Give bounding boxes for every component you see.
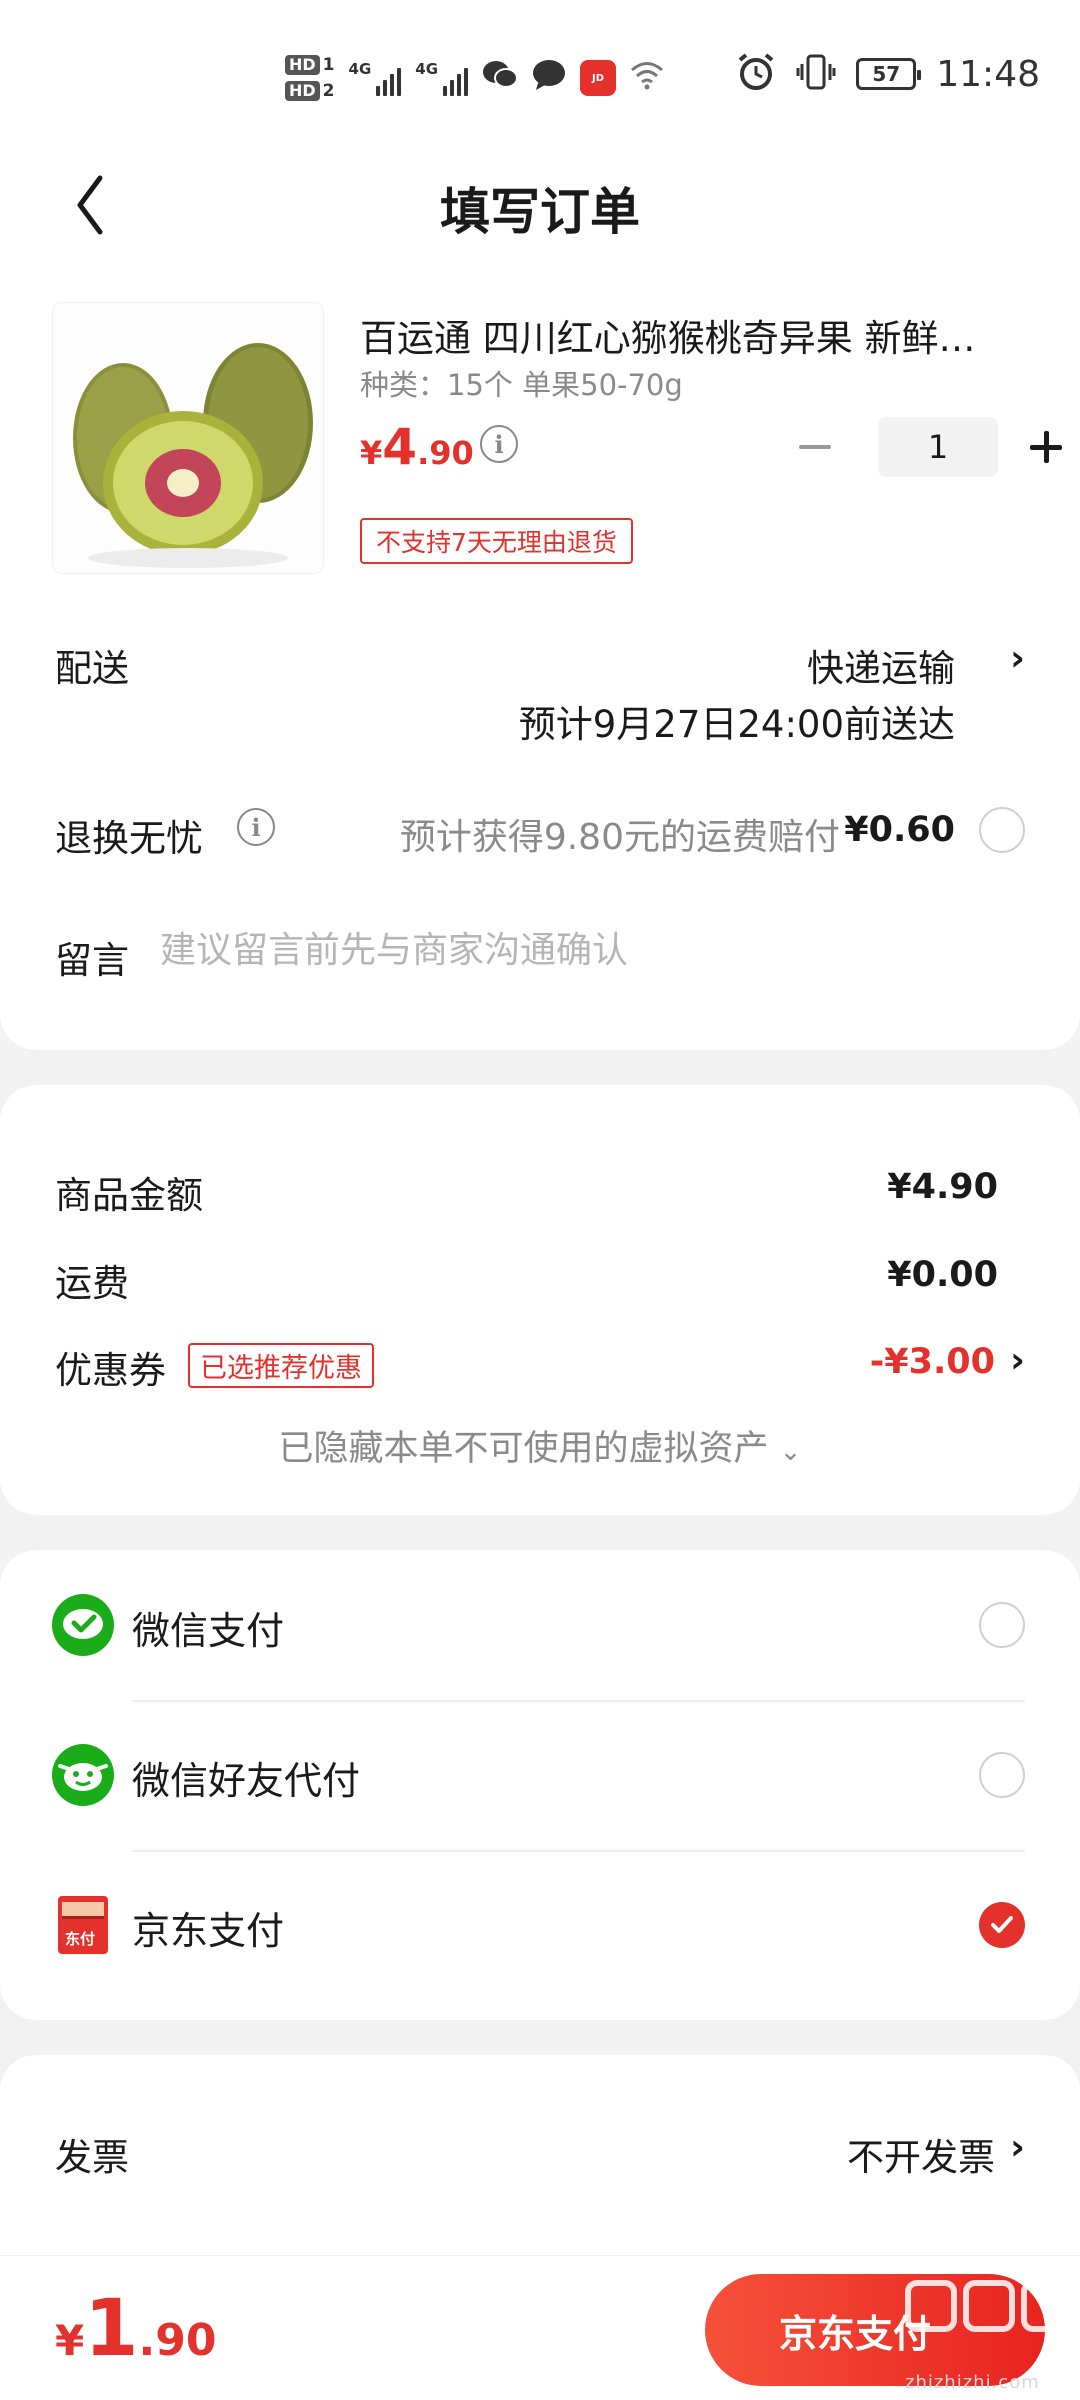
shipping-value: ¥0.00 xyxy=(887,1255,998,1295)
status-bar: HD 1 HD 2 4G 4G JD 57 11:48 xyxy=(0,0,1080,150)
invoice-card[interactable]: 发票 不开发票 › xyxy=(0,2055,1080,2265)
coupon-label: 优惠券 xyxy=(55,1349,166,1392)
shipping-label: 运费 xyxy=(55,1262,129,1305)
sim2-indicator: HD 2 xyxy=(285,81,335,101)
payment-label-jd: 京东支付 xyxy=(132,1909,285,1953)
coupon-chevron-icon[interactable]: › xyxy=(1010,1340,1025,1381)
status-time: 11:48 xyxy=(936,53,1040,95)
product-price: ¥4.90 xyxy=(360,418,474,476)
message-icon xyxy=(532,59,566,97)
product-image[interactable] xyxy=(52,302,324,574)
sim1-indicator: HD 1 xyxy=(285,55,335,75)
payment-radio-wechat[interactable] xyxy=(979,1602,1025,1648)
invoice-value[interactable]: 不开发票 xyxy=(847,2127,995,2181)
coupon-tag: 已选推荐优惠 xyxy=(188,1343,374,1388)
checkmark-icon xyxy=(991,1916,1013,1933)
quantity-value[interactable]: 1 xyxy=(878,417,998,477)
nav-bar: 填写订单 xyxy=(0,150,1080,270)
payment-option-wechat[interactable]: 微信支付 xyxy=(0,1550,1080,1700)
status-left: HD 1 HD 2 4G 4G JD xyxy=(285,48,664,108)
jd-pay-icon: 东付 xyxy=(52,1894,114,1956)
payment-methods-card: 微信支付 微信好友代付 东付 京东支付 xyxy=(0,1550,1080,2020)
refund-info-icon[interactable]: i xyxy=(237,808,275,846)
wechat-notification-icon xyxy=(482,59,519,97)
invoice-chevron-icon[interactable]: › xyxy=(1010,2127,1025,2168)
hidden-assets-toggle[interactable]: 已隐藏本单不可使用的虚拟资产 ⌄ xyxy=(0,1420,1080,1471)
invoice-label: 发票 xyxy=(55,2136,129,2179)
vibrate-icon xyxy=(796,54,836,94)
signal-2-icon: 4G xyxy=(415,60,469,96)
note-input[interactable] xyxy=(160,930,1010,971)
goods-amount-label: 商品金额 xyxy=(55,1174,203,1217)
sim-indicators: HD 1 HD 2 xyxy=(285,55,335,101)
goods-amount-value: ¥4.90 xyxy=(887,1167,998,1207)
watermark-logo xyxy=(905,2280,1073,2332)
watermark-text: zhizhizhi.com xyxy=(905,2372,1040,2393)
product-spec: 种类：15个 单果50-70g xyxy=(360,368,683,402)
order-card: 百运通 四川红心猕猴桃奇异果 新鲜水果 种类：15个 单果50-70g ¥4.9… xyxy=(0,270,1080,1050)
quantity-stepper: 1 xyxy=(790,417,1070,477)
wifi-icon xyxy=(630,60,664,96)
battery-icon: 57 xyxy=(856,58,922,90)
return-policy-tag: 不支持7天无理由退货 xyxy=(360,518,633,564)
payment-label-wechat-friend: 微信好友代付 xyxy=(132,1759,361,1803)
payment-radio-jd[interactable] xyxy=(979,1902,1025,1948)
refund-insurance-price: ¥0.60 xyxy=(844,810,955,850)
delivery-chevron-icon[interactable]: › xyxy=(1010,638,1025,679)
wechat-friend-pay-icon xyxy=(52,1744,114,1806)
coupon-value[interactable]: -¥3.00 xyxy=(870,1342,995,1382)
payment-option-wechat-friend[interactable]: 微信好友代付 xyxy=(0,1700,1080,1850)
refund-insurance-label: 退换无忧 xyxy=(55,817,203,860)
refund-insurance-radio[interactable] xyxy=(979,807,1025,853)
payment-label-wechat: 微信支付 xyxy=(132,1609,285,1653)
price-info-icon[interactable]: i xyxy=(480,425,518,463)
alarm-icon xyxy=(736,52,776,96)
product-title[interactable]: 百运通 四川红心猕猴桃奇异果 新鲜水果 xyxy=(360,308,1010,362)
status-right: 57 11:48 xyxy=(736,52,1040,96)
total-price: ¥1.90 xyxy=(55,2284,217,2374)
chevron-down-icon: ⌄ xyxy=(779,1437,802,1467)
decrease-quantity-button[interactable] xyxy=(790,417,840,477)
page-title: 填写订单 xyxy=(440,183,640,241)
delivery-eta: 预计9月27日24:00前送达 xyxy=(518,703,955,746)
refund-insurance-text: 预计获得9.80元的运费赔付 xyxy=(399,817,840,858)
amount-summary-card: 商品金额 ¥4.90 运费 ¥0.00 优惠券 已选推荐优惠 -¥3.00 › … xyxy=(0,1085,1080,1515)
payment-radio-wechat-friend[interactable] xyxy=(979,1752,1025,1798)
wechat-pay-icon xyxy=(52,1594,114,1656)
note-label: 留言 xyxy=(55,939,129,982)
signal-1-icon: 4G xyxy=(349,60,402,96)
delivery-method[interactable]: 快递运输 xyxy=(807,638,955,692)
payment-option-jd[interactable]: 东付 京东支付 xyxy=(0,1850,1080,2000)
increase-quantity-button[interactable] xyxy=(1020,417,1070,477)
delivery-label: 配送 xyxy=(55,647,129,690)
app-notification-icon: JD xyxy=(580,60,617,96)
